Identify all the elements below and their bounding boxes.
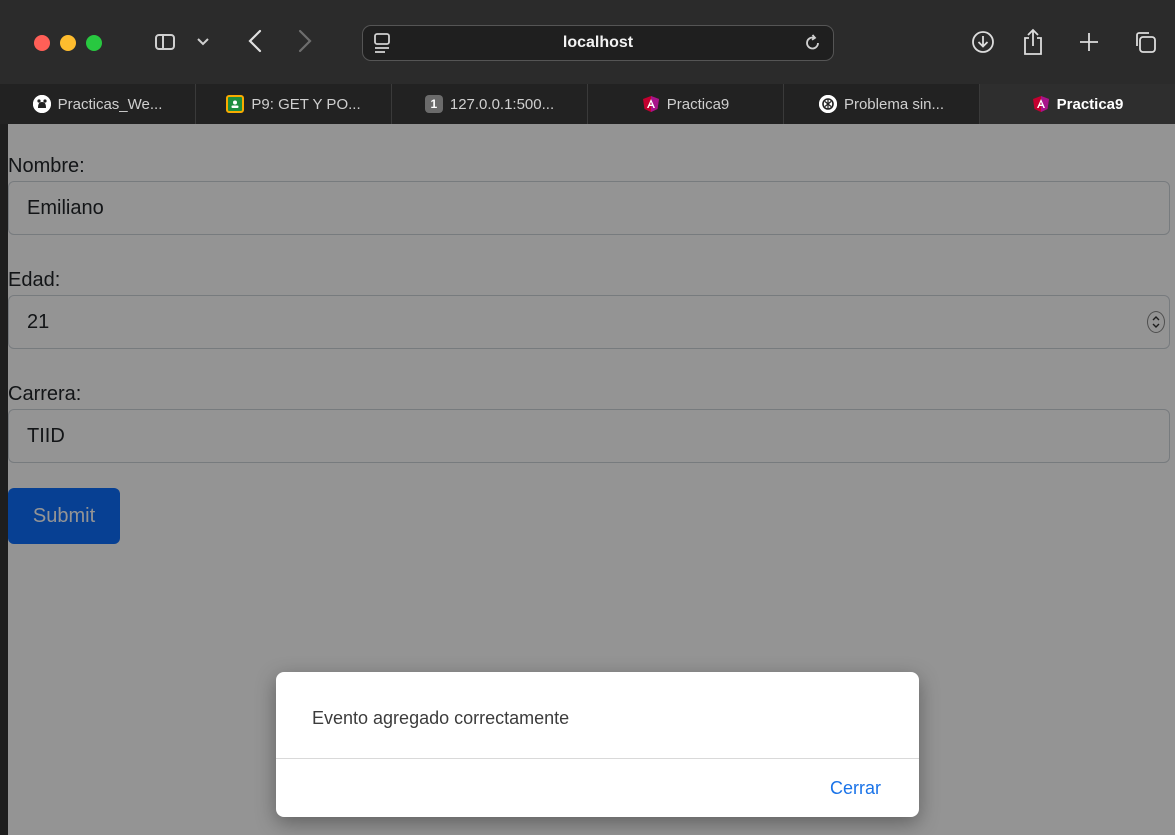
openai-icon	[818, 95, 837, 113]
github-icon	[32, 95, 51, 113]
tab-label: Practica9	[666, 95, 730, 113]
tab-label: Practicas_We...	[57, 95, 163, 113]
chevron-down-icon[interactable]	[194, 30, 212, 54]
number-badge-icon: 1	[424, 95, 443, 113]
tab-problema-sin[interactable]: Problema sin...	[784, 84, 980, 124]
download-icon[interactable]	[968, 26, 998, 58]
share-icon[interactable]	[1018, 26, 1048, 58]
tab-bar: Practicas_We... P9: GET Y PO... 1 127.0.…	[0, 84, 1175, 124]
alert-dialog: Evento agregado correctamente Cerrar	[276, 672, 919, 817]
google-classroom-icon	[226, 95, 245, 113]
tab-practica9-active[interactable]: Practica9	[980, 84, 1175, 124]
browser-window: localhost Practicas_We... P9: GET Y PO..…	[0, 0, 1175, 835]
angular-icon	[642, 95, 660, 113]
tab-practicas-we[interactable]: Practicas_We...	[0, 84, 196, 124]
tab-127-0-0-1[interactable]: 1 127.0.0.1:500...	[392, 84, 588, 124]
reload-icon[interactable]	[803, 32, 823, 54]
minimize-window-button[interactable]	[60, 35, 76, 51]
browser-toolbar: localhost	[0, 0, 1175, 85]
maximize-window-button[interactable]	[86, 35, 102, 51]
url-text: localhost	[562, 34, 634, 51]
tab-label: P9: GET Y PO...	[251, 95, 361, 113]
angular-icon	[1032, 95, 1050, 113]
address-bar[interactable]: localhost	[362, 25, 834, 61]
back-arrow-icon[interactable]	[242, 26, 268, 56]
tab-label: Practica9	[1056, 95, 1124, 113]
dialog-divider	[276, 758, 919, 759]
forward-arrow-icon[interactable]	[292, 26, 318, 56]
tab-practica9[interactable]: Practica9	[588, 84, 784, 124]
tab-p9-get-y-post[interactable]: P9: GET Y PO...	[196, 84, 392, 124]
plus-icon[interactable]	[1074, 26, 1104, 58]
close-dialog-button[interactable]: Cerrar	[830, 778, 881, 799]
tab-label: Problema sin...	[843, 95, 945, 113]
tab-overview-icon[interactable]	[1130, 26, 1160, 58]
dialog-message: Evento agregado correctamente	[312, 708, 570, 728]
tab-label: 127.0.0.1:500...	[449, 95, 555, 113]
sidebar-icon[interactable]	[150, 30, 180, 54]
close-window-button[interactable]	[34, 35, 50, 51]
